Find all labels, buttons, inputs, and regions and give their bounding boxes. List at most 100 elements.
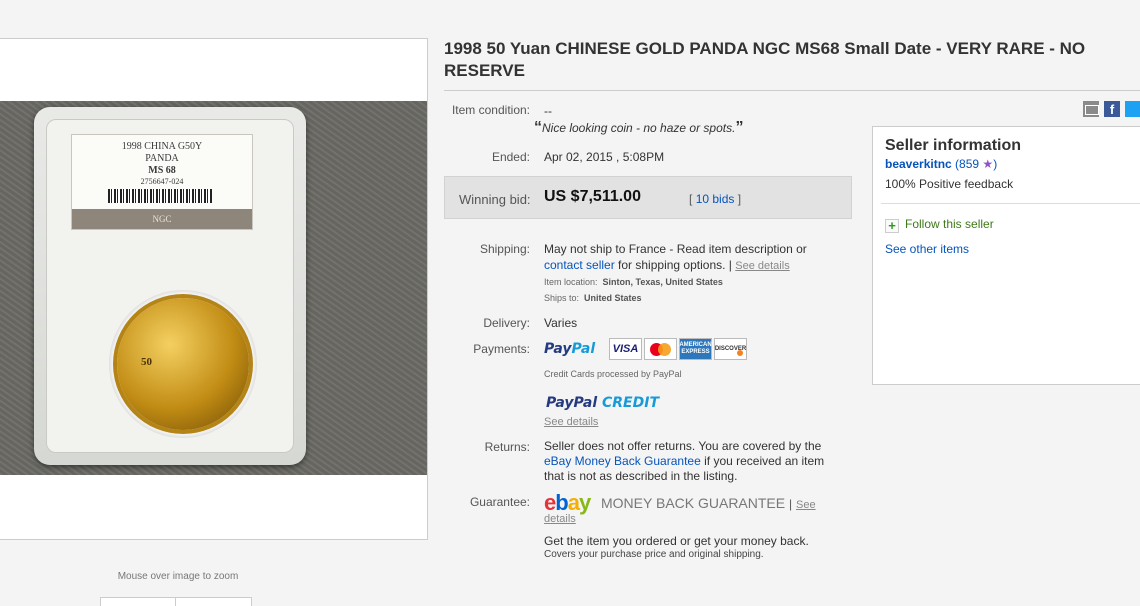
condition-note-text: Nice looking coin - no haze or spots. — [542, 121, 736, 135]
ships-to-label: Ships to: — [544, 293, 580, 303]
item-condition-label: Item condition: — [451, 103, 530, 117]
returns-line2-text: if you received an item — [704, 454, 825, 468]
money-back-guarantee-link[interactable]: eBay Money Back Guarantee — [544, 454, 701, 468]
slab-label-line: PANDA — [145, 153, 179, 164]
visa-icon: VISA — [609, 338, 642, 360]
contact-seller-link[interactable]: contact seller — [544, 258, 615, 272]
guarantee-desc2: Covers your purchase price and original … — [544, 549, 764, 560]
slab-label: 1998 CHINA G50Y PANDA MS 68 2756647-024 … — [71, 134, 253, 230]
divider — [444, 90, 1140, 91]
barcode-icon — [108, 189, 212, 203]
winning-bid-box: Winning bid: US $7,511.00 [ 10 bids ] — [444, 176, 852, 219]
shipping-see-details-link[interactable]: See details — [735, 260, 789, 272]
ships-to-value: United States — [584, 293, 642, 303]
mastercard-icon — [644, 338, 677, 360]
item-photo[interactable]: 1998 CHINA G50Y PANDA MS 68 2756647-024 … — [0, 101, 427, 475]
facebook-share-icon[interactable]: f — [1104, 101, 1120, 117]
shipping-options-text: for shipping options. — [618, 258, 726, 272]
discover-text: DISCOVER — [714, 346, 747, 352]
returns-line2: eBay Money Back Guarantee if you receive… — [544, 454, 824, 468]
paypal-logo: PayPal — [544, 341, 595, 357]
item-image-panel[interactable]: 1998 CHINA G50Y PANDA MS 68 2756647-024 … — [0, 38, 428, 540]
item-condition-value: -- — [544, 104, 552, 118]
seller-name-row: beaverkitnc (859 ★) — [885, 157, 997, 171]
zoom-hint: Mouse over image to zoom — [117, 571, 239, 582]
paypal-credit-part: CREDIT — [602, 395, 659, 411]
guarantee-desc1: Get the item you ordered or get your mon… — [544, 534, 809, 548]
plus-icon: + — [885, 219, 899, 233]
bid-count: [ 10 bids ] — [689, 192, 741, 206]
gold-coin: 50 — [117, 298, 249, 430]
delivery-label: Delivery: — [483, 316, 530, 330]
amex-text: AMERICAN EXPRESS — [679, 342, 712, 355]
paren: ) — [993, 157, 998, 171]
slab-label-line: MS 68 — [148, 165, 176, 176]
item-location-label: Item location: — [544, 277, 598, 287]
separator: | — [728, 258, 732, 272]
follow-seller[interactable]: + Follow this seller — [885, 217, 994, 233]
guarantee-details-link[interactable]: details — [544, 513, 576, 525]
seller-score-wrap: (859 ★) — [955, 157, 997, 171]
seller-info-box: Seller information beaverkitnc (859 ★) 1… — [872, 126, 1140, 385]
seller-info-heading: Seller information — [885, 137, 1022, 154]
coin-denomination: 50 — [141, 356, 152, 368]
paypal-logo-part: Pay — [544, 341, 572, 357]
ended-date: Apr 02, 2015 , — [544, 150, 620, 164]
winning-bid-amount: US $7,511.00 — [544, 188, 641, 205]
positive-feedback: 100% Positive feedback — [885, 177, 1014, 191]
thumbnail-strip[interactable] — [100, 597, 252, 606]
credit-card-note: Credit Cards processed by PayPal — [544, 369, 682, 379]
ended-value: Apr 02, 2015 , 5:08PM — [544, 150, 664, 164]
item-location: Item location: Sinton, Texas, United Sta… — [544, 277, 723, 287]
amex-icon: AMERICAN EXPRESS — [679, 338, 712, 360]
visa-text: VISA — [612, 343, 639, 355]
ebay-logo-letter: e — [544, 490, 556, 515]
quote-close: ” — [735, 119, 744, 136]
email-share-icon[interactable] — [1083, 101, 1099, 117]
seller-condition-note: “Nice looking coin - no haze or spots.” — [534, 119, 743, 137]
see-other-items-link[interactable]: See other items — [885, 242, 969, 256]
delivery-value: Varies — [544, 316, 578, 330]
ngc-logo: NGC — [72, 209, 252, 229]
star-icon: ★ — [982, 157, 994, 171]
ebay-logo-letter: y — [578, 490, 591, 515]
ended-label: Ended: — [491, 150, 530, 164]
guarantee-label: Guarantee: — [469, 495, 530, 509]
feedback-score-link[interactable]: 859 — [959, 157, 979, 171]
slab-label-line: 2756647-024 — [140, 177, 184, 186]
item-title: 1998 50 Yuan CHINESE GOLD PANDA NGC MS68… — [444, 39, 1086, 80]
guarantee-see-link[interactable]: See — [796, 499, 816, 511]
paypal-credit-logo: PayPal CREDIT — [546, 395, 659, 411]
discover-icon: DISCOVER — [714, 338, 747, 360]
paypal-logo-part: Pal — [571, 341, 596, 357]
share-icons: f — [1083, 101, 1140, 117]
seller-name-link[interactable]: beaverkitnc — [885, 157, 952, 171]
follow-seller-label: Follow this seller — [905, 217, 994, 231]
shipping-line1: May not ship to France - Read item descr… — [544, 242, 807, 256]
ebay-logo-letter: b — [555, 490, 568, 515]
money-back-guarantee-text: MONEY BACK GUARANTEE | See — [601, 495, 816, 511]
credit-card-logos: VISA AMERICAN EXPRESS DISCOVER — [609, 338, 747, 360]
payments-label: Payments: — [473, 342, 530, 356]
returns-line3: that is not as described in the listing. — [544, 469, 738, 483]
bracket: ] — [737, 192, 742, 206]
bracket: [ — [689, 192, 693, 206]
ended-time: 5:08PM — [622, 150, 665, 164]
returns-line1: Seller does not offer returns. You are c… — [544, 439, 822, 453]
mbg-label: MONEY BACK GUARANTEE — [601, 495, 786, 511]
ships-to: Ships to: United States — [544, 293, 642, 303]
ngc-slab: 1998 CHINA G50Y PANDA MS 68 2756647-024 … — [34, 107, 306, 465]
paypal-credit-part: PayPal — [546, 395, 598, 411]
item-location-value: Sinton, Texas, United States — [602, 277, 723, 287]
paypal-credit-see-details-link[interactable]: See details — [544, 416, 598, 428]
bid-history-link[interactable]: 10 bids — [696, 192, 735, 206]
separator: | — [789, 497, 793, 511]
twitter-share-icon[interactable] — [1125, 101, 1140, 117]
divider — [881, 203, 1140, 204]
quote-open: “ — [534, 119, 542, 136]
slab-label-line: 1998 CHINA G50Y — [121, 141, 203, 152]
returns-label: Returns: — [484, 440, 530, 454]
ebay-logo-letter: a — [567, 490, 580, 515]
shipping-line2: contact seller for shipping options. | S… — [544, 258, 790, 272]
shipping-label: Shipping: — [479, 242, 530, 256]
